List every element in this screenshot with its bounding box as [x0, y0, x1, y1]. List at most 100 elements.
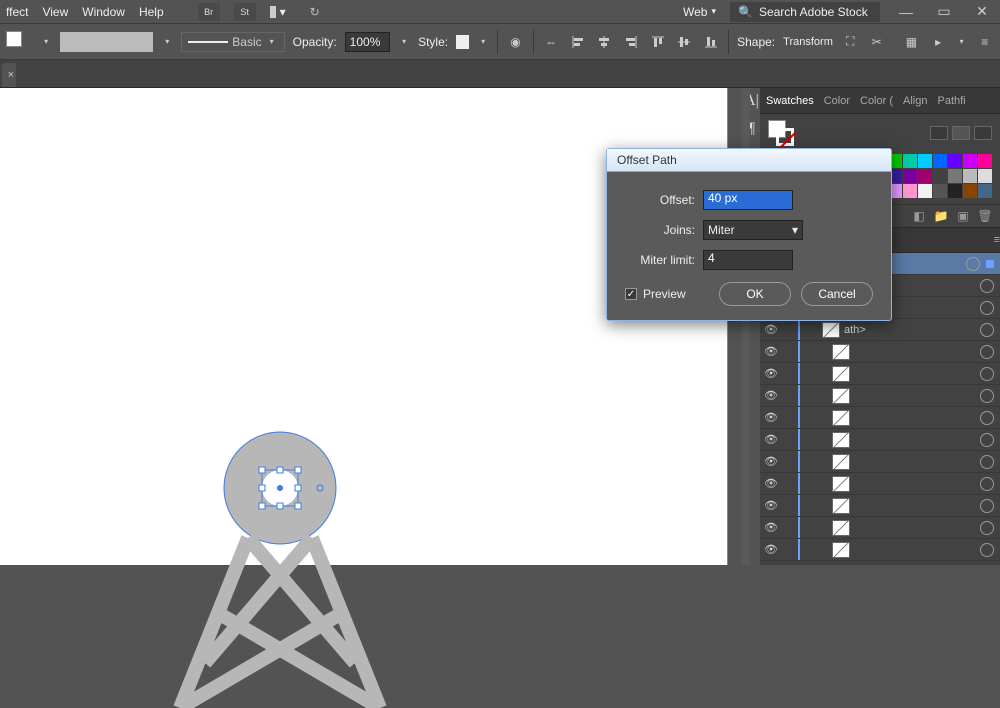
- layer-row[interactable]: 👁: [760, 363, 1000, 385]
- joins-select[interactable]: Miter▾: [703, 220, 803, 240]
- layer-row[interactable]: 👁: [760, 385, 1000, 407]
- recolor-artwork-icon[interactable]: ◉: [506, 32, 525, 52]
- swatch-cell[interactable]: [948, 154, 962, 168]
- new-group-icon[interactable]: 📁: [934, 209, 948, 223]
- swatch-cell[interactable]: [933, 184, 947, 198]
- document-profile-dropdown[interactable]: Web▾: [683, 5, 716, 19]
- sync-icon[interactable]: ↻: [304, 3, 326, 21]
- cancel-button[interactable]: Cancel: [801, 282, 873, 306]
- bridge-shortcut[interactable]: Br: [198, 3, 220, 21]
- tab-colorguide[interactable]: Color (: [860, 95, 893, 107]
- eye-icon[interactable]: 👁: [760, 477, 782, 490]
- tab-align[interactable]: Align: [903, 95, 927, 107]
- opacity-dropdown-icon[interactable]: ▾: [398, 37, 410, 46]
- swatch-small-view[interactable]: [952, 126, 970, 140]
- swatch-cell[interactable]: [918, 184, 932, 198]
- panel-toggle-icon[interactable]: ▸: [929, 32, 948, 52]
- target-icon[interactable]: [980, 323, 994, 337]
- swatch-cell[interactable]: [933, 169, 947, 183]
- new-swatch-icon[interactable]: ▣: [956, 209, 970, 223]
- swatch-cell[interactable]: [918, 154, 932, 168]
- tab-color[interactable]: Color: [824, 95, 850, 107]
- target-icon[interactable]: [980, 389, 994, 403]
- eye-icon[interactable]: 👁: [760, 433, 782, 446]
- layer-row[interactable]: 👁: [760, 429, 1000, 451]
- target-icon[interactable]: [980, 499, 994, 513]
- menu-help[interactable]: Help: [139, 5, 164, 19]
- swatch-cell[interactable]: [948, 169, 962, 183]
- swatch-cell[interactable]: [948, 184, 962, 198]
- transform-link[interactable]: Transform: [783, 36, 833, 48]
- layer-row[interactable]: 👁: [760, 495, 1000, 517]
- swatch-cell[interactable]: [918, 169, 932, 183]
- window-restore[interactable]: ▭: [932, 3, 956, 21]
- brush-definition-dropdown[interactable]: Basic▾: [181, 32, 284, 52]
- layer-row[interactable]: 👁: [760, 517, 1000, 539]
- eye-icon[interactable]: 👁: [760, 323, 782, 336]
- swatch-cell[interactable]: [978, 169, 992, 183]
- target-icon[interactable]: [980, 521, 994, 535]
- eye-icon[interactable]: 👁: [760, 389, 782, 402]
- window-minimize[interactable]: —: [894, 3, 918, 21]
- menu-effect[interactable]: ffect: [6, 5, 28, 19]
- eye-icon[interactable]: 👁: [760, 499, 782, 512]
- stroke-dropdown-icon[interactable]: ▾: [161, 37, 173, 46]
- swatch-cell[interactable]: [903, 169, 917, 183]
- fill-stroke-swatch[interactable]: [6, 31, 32, 53]
- swatch-cell[interactable]: [963, 169, 977, 183]
- swatch-cell[interactable]: [963, 154, 977, 168]
- more-options-icon[interactable]: ▾: [955, 37, 967, 46]
- target-icon[interactable]: [980, 433, 994, 447]
- align-vcenter-icon[interactable]: [675, 32, 694, 52]
- swatch-large-view[interactable]: [974, 126, 992, 140]
- layer-row[interactable]: 👁: [760, 473, 1000, 495]
- edit-clip-icon[interactable]: ✂: [868, 32, 887, 52]
- swatch-cell[interactable]: [903, 184, 917, 198]
- layer-row[interactable]: 👁: [760, 407, 1000, 429]
- tab-close-icon[interactable]: ×: [8, 69, 14, 81]
- tab-swatches[interactable]: Swatches: [766, 95, 814, 107]
- tab-pathfinder[interactable]: Pathfi: [937, 95, 965, 107]
- ok-button[interactable]: OK: [719, 282, 791, 306]
- target-icon[interactable]: [980, 367, 994, 381]
- eye-icon[interactable]: 👁: [760, 543, 782, 556]
- eye-icon[interactable]: 👁: [760, 411, 782, 424]
- menu-window[interactable]: Window: [82, 5, 125, 19]
- stock-shortcut[interactable]: St: [234, 3, 256, 21]
- align-to-icon[interactable]: ⇔: [542, 32, 561, 52]
- target-icon[interactable]: [980, 477, 994, 491]
- swatch-cell[interactable]: [903, 154, 917, 168]
- miter-input[interactable]: 4: [703, 250, 793, 270]
- stroke-weight-bar[interactable]: [60, 32, 153, 52]
- swatch-cell[interactable]: [933, 154, 947, 168]
- target-icon[interactable]: [980, 543, 994, 557]
- align-bottom-icon[interactable]: [702, 32, 721, 52]
- swatch-cell[interactable]: [963, 184, 977, 198]
- swatch-cell[interactable]: [978, 154, 992, 168]
- align-top-icon[interactable]: [648, 32, 667, 52]
- target-icon[interactable]: [980, 279, 994, 293]
- delete-swatch-icon[interactable]: 🗑: [978, 209, 992, 223]
- menu-view[interactable]: View: [42, 5, 68, 19]
- target-icon[interactable]: [966, 257, 980, 271]
- graphic-style-swatch[interactable]: [456, 35, 469, 49]
- eye-icon[interactable]: 👁: [760, 345, 782, 358]
- essentials-grid-icon[interactable]: ▦: [902, 32, 921, 52]
- isolate-icon[interactable]: ⛶: [841, 32, 860, 52]
- arrange-docs-icon[interactable]: ▾: [270, 2, 290, 22]
- stock-search-input[interactable]: 🔍Search Adobe Stock: [730, 2, 880, 22]
- style-dropdown-icon[interactable]: ▾: [477, 37, 489, 46]
- eye-icon[interactable]: 👁: [760, 367, 782, 380]
- document-tab[interactable]: ×: [2, 63, 16, 87]
- align-hcenter-icon[interactable]: [595, 32, 614, 52]
- target-icon[interactable]: [980, 301, 994, 315]
- target-icon[interactable]: [980, 411, 994, 425]
- swatch-cell[interactable]: [978, 184, 992, 198]
- target-icon[interactable]: [980, 455, 994, 469]
- swatch-list-view[interactable]: [930, 126, 948, 140]
- align-right-icon[interactable]: [622, 32, 641, 52]
- options-overflow-icon[interactable]: ≡: [975, 32, 994, 52]
- target-icon[interactable]: [980, 345, 994, 359]
- panel-menu-icon[interactable]: ≡: [994, 234, 1000, 246]
- current-fill-stroke[interactable]: [768, 120, 794, 146]
